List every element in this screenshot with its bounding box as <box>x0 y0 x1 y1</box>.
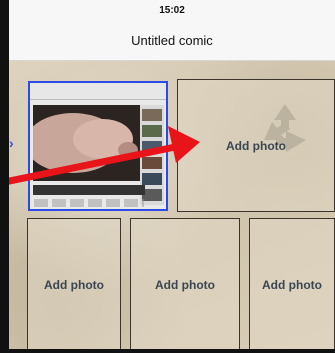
add-photo-label: Add photo <box>44 277 104 292</box>
panel-bottom-center[interactable]: Add photo <box>130 218 240 351</box>
panel-bottom-left[interactable]: Add photo <box>27 218 121 351</box>
status-bar: 15:02 <box>9 0 335 22</box>
page-title: Untitled comic <box>131 33 213 48</box>
panel-top-right[interactable]: Add photo <box>177 79 335 212</box>
navigation-bar: Untitled comic <box>9 22 335 61</box>
status-time: 15:02 <box>159 5 185 16</box>
video-frame <box>33 105 145 181</box>
panel-bottom-right[interactable]: Add photo <box>249 218 335 351</box>
panel-selected-photo[interactable] <box>28 81 168 211</box>
left-edge-glyph-icon: › <box>9 135 14 151</box>
add-photo-label: Add photo <box>155 277 215 292</box>
recycle-watermark-icon <box>264 104 306 152</box>
photo-thumbnail <box>30 83 166 209</box>
add-photo-label: Add photo <box>262 277 322 292</box>
comic-canvas: Add photo Add photo Add photo Add photo <box>9 61 335 353</box>
device-screen: 15:02 Untitled comic Add photo Add photo… <box>0 0 335 353</box>
device-bezel-bottom <box>0 349 335 353</box>
device-bezel-left <box>0 0 9 353</box>
